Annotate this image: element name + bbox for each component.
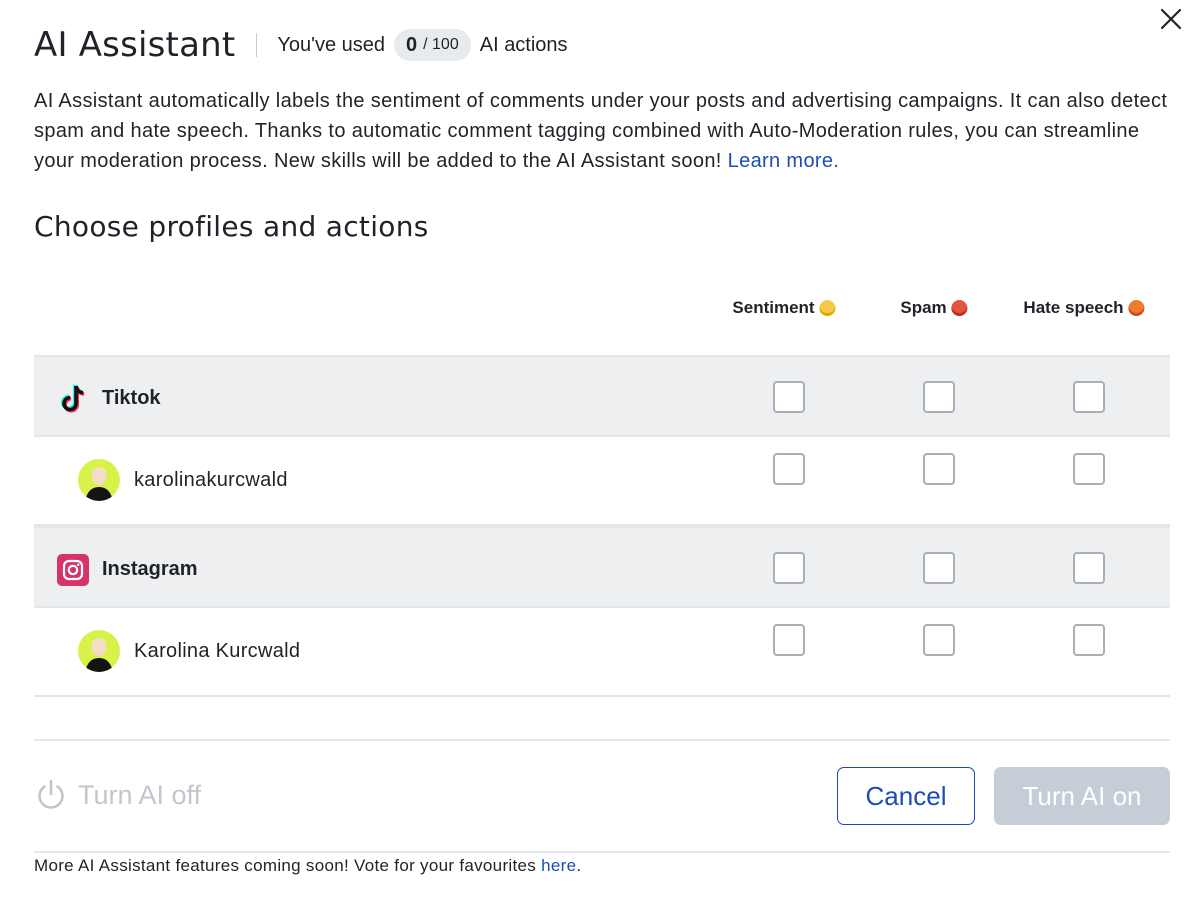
header-divider xyxy=(256,33,258,57)
profile-row-karolina-kurcwald: Karolina Kurcwald xyxy=(34,608,1170,697)
usage-indicator: You've used 0 / 100 AI actions xyxy=(277,29,568,61)
turn-ai-on-button[interactable]: Turn AI on xyxy=(994,767,1170,825)
footer-end: . xyxy=(576,856,582,875)
karolinakurcwald-hate-speech-checkbox[interactable] xyxy=(1073,453,1105,485)
instagram-hate-speech-checkbox[interactable] xyxy=(1073,552,1105,584)
stop-sign-emoji-icon xyxy=(951,300,968,316)
turn-ai-off-label: Turn AI off xyxy=(78,779,202,810)
neutral-face-emoji-icon xyxy=(819,300,836,316)
platform-label-tiktok: Tiktok xyxy=(102,387,161,409)
karolina-kurcwald-hate-speech-checkbox[interactable] xyxy=(1073,624,1105,656)
close-icon xyxy=(1160,8,1182,30)
footer-text: More AI Assistant features coming soon! … xyxy=(34,856,537,875)
instagram-icon xyxy=(56,553,90,587)
column-header-sentiment: Sentiment xyxy=(732,298,836,318)
tiktok-hate-speech-checkbox[interactable] xyxy=(1073,381,1105,413)
karolinakurcwald-spam-checkbox[interactable] xyxy=(923,453,955,485)
tiktok-icon xyxy=(56,382,90,416)
column-label-hate-speech: Hate speech xyxy=(1023,298,1124,317)
vote-here-link[interactable]: here xyxy=(541,856,576,875)
angry-face-emoji-icon xyxy=(1128,300,1145,316)
profiles-table: Tiktok karolinakurcwald Instagram Karoli… xyxy=(34,355,1170,697)
avatar xyxy=(78,459,120,501)
platform-row-tiktok: Tiktok xyxy=(34,355,1170,437)
karolinakurcwald-sentiment-checkbox[interactable] xyxy=(773,453,805,485)
instagram-spam-checkbox[interactable] xyxy=(923,552,955,584)
usage-prefix: You've used xyxy=(277,33,386,56)
actions-divider xyxy=(34,739,1170,741)
column-label-sentiment: Sentiment xyxy=(732,298,815,317)
profile-name: Karolina Kurcwald xyxy=(134,640,301,662)
platform-row-instagram: Instagram xyxy=(34,526,1170,608)
column-header-hate-speech: Hate speech xyxy=(1023,298,1145,318)
instagram-sentiment-checkbox[interactable] xyxy=(773,552,805,584)
power-icon xyxy=(38,779,64,809)
description: AI Assistant automatically labels the se… xyxy=(34,86,1174,176)
dialog-title: AI Assistant xyxy=(34,25,236,65)
dialog-header: AI Assistant You've used 0 / 100 AI acti… xyxy=(34,25,568,65)
profile-row-karolinakurcwald: karolinakurcwald xyxy=(34,437,1170,526)
tiktok-sentiment-checkbox[interactable] xyxy=(773,381,805,413)
usage-badge: 0 / 100 xyxy=(394,29,471,61)
karolina-kurcwald-spam-checkbox[interactable] xyxy=(923,624,955,656)
footer-divider xyxy=(34,851,1170,853)
close-button[interactable] xyxy=(1156,4,1186,34)
column-header-spam: Spam xyxy=(900,298,968,318)
usage-count: 0 xyxy=(406,33,418,56)
avatar xyxy=(78,630,120,672)
description-text: AI Assistant automatically labels the se… xyxy=(34,90,1168,172)
usage-max: / 100 xyxy=(423,36,459,53)
profile-name: karolinakurcwald xyxy=(134,469,288,491)
learn-more-link[interactable]: Learn more. xyxy=(728,150,840,172)
karolina-kurcwald-sentiment-checkbox[interactable] xyxy=(773,624,805,656)
tiktok-spam-checkbox[interactable] xyxy=(923,381,955,413)
section-title: Choose profiles and actions xyxy=(34,210,429,243)
cancel-button[interactable]: Cancel xyxy=(837,767,975,825)
usage-suffix: AI actions xyxy=(479,33,568,56)
column-label-spam: Spam xyxy=(900,298,947,317)
footer-note: More AI Assistant features coming soon! … xyxy=(34,856,581,876)
turn-ai-off-button[interactable]: Turn AI off xyxy=(34,778,201,812)
platform-label-instagram: Instagram xyxy=(102,558,198,580)
